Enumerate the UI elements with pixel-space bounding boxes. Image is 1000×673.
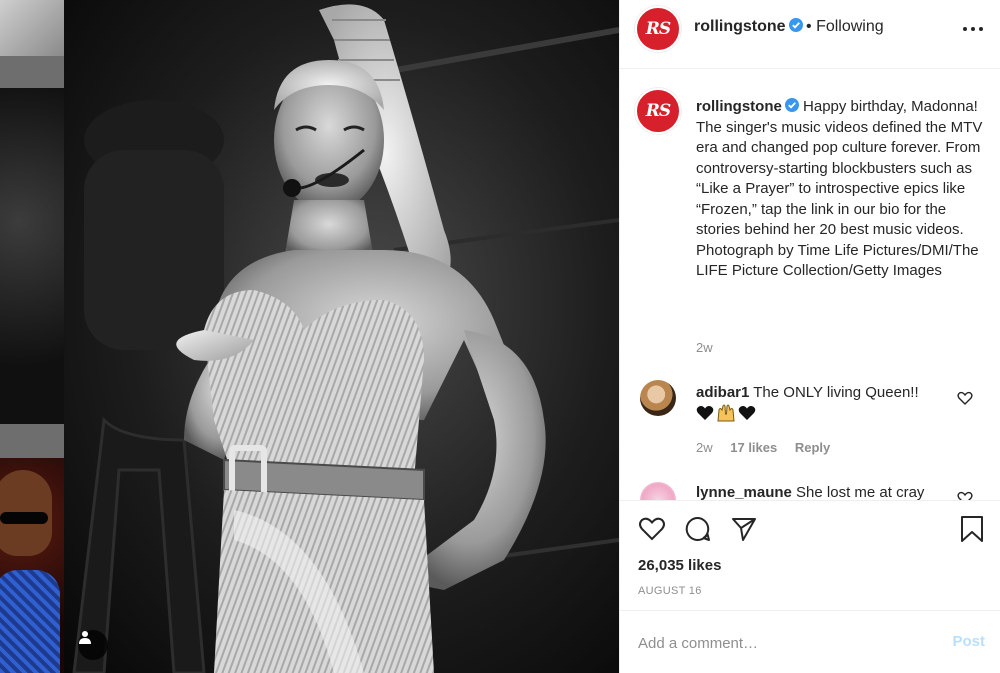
post-details-panel: RS rollingstone • Following RS rollingst… [619, 0, 1000, 673]
person-icon [79, 631, 91, 644]
comment-emojis [696, 404, 756, 422]
backdrop-post-image [0, 88, 64, 424]
post-date[interactable]: AUGUST 16 [638, 585, 702, 597]
verified-badge-icon [788, 18, 803, 32]
caption-avatar[interactable]: RS [635, 88, 681, 134]
comment-likes[interactable]: 17 likes [730, 440, 777, 455]
backdrop-divider [0, 424, 64, 458]
comment-username[interactable]: adibar1 [696, 384, 749, 401]
comment-body: lynne_maune She lost me at cray [696, 483, 966, 500]
like-heart-icon[interactable] [638, 515, 666, 543]
raising-hands-icon [717, 404, 735, 422]
heart-outline-icon[interactable] [957, 390, 973, 406]
add-comment-section: Post [620, 610, 1000, 673]
post-caption: rollingstone Happy birthday, Madonna! Th… [696, 97, 986, 282]
photo-illustration [72, 4, 619, 673]
following-button[interactable]: • Following [806, 18, 884, 36]
tagged-users-button[interactable] [78, 630, 108, 660]
backdrop-divider [0, 56, 64, 88]
more-dot-icon [971, 27, 975, 31]
comment-text: The ONLY living Queen!! [753, 384, 919, 401]
more-options-button[interactable] [963, 22, 985, 36]
more-dot-icon [963, 27, 967, 31]
share-paper-plane-icon[interactable] [730, 515, 758, 543]
post-actions: 26,035 likes AUGUST 16 [620, 500, 1000, 608]
comment-bubble-icon[interactable] [684, 515, 712, 543]
comment-body: adibar1 The ONLY living Queen!! [696, 383, 956, 403]
comment-username[interactable]: lynne_maune [696, 484, 792, 500]
commenter-avatar[interactable] [640, 482, 676, 500]
post-photo[interactable] [64, 0, 619, 673]
likes-count[interactable]: 26,035 likes [638, 557, 721, 574]
brand-logo-text: RS [645, 101, 671, 121]
following-label: Following [816, 18, 884, 35]
backdrop-post-image [0, 0, 64, 56]
caption-username[interactable]: rollingstone [696, 98, 782, 115]
brand-logo-text: RS [645, 19, 671, 39]
heart-outline-icon[interactable] [957, 490, 973, 500]
separator-dot: • [806, 18, 812, 35]
comment-meta: 2w 17 likes Reply [696, 440, 830, 455]
caption-text: Happy birthday, Madonna! The singer's mu… [696, 98, 983, 279]
backdrop-jacket [0, 570, 60, 673]
post-header: RS rollingstone • Following [620, 0, 1000, 69]
profile-avatar[interactable]: RS [635, 6, 681, 52]
more-dot-icon [979, 27, 983, 31]
verified-badge-icon [784, 98, 799, 112]
comment-input[interactable] [638, 631, 928, 655]
feed-backdrop [0, 0, 64, 673]
comment-time[interactable]: 2w [696, 440, 713, 455]
black-heart-icon [738, 406, 756, 420]
black-heart-icon [696, 406, 714, 420]
comments-scroll-area[interactable]: RS rollingstone Happy birthday, Madonna!… [620, 70, 1000, 500]
caption-timestamp[interactable]: 2w [696, 340, 713, 355]
username-link[interactable]: rollingstone [694, 18, 803, 36]
save-bookmark-icon[interactable] [958, 515, 986, 543]
post-comment-button[interactable]: Post [952, 633, 985, 650]
reply-button[interactable]: Reply [795, 440, 830, 455]
username: rollingstone [694, 18, 786, 35]
commenter-avatar[interactable] [640, 380, 676, 416]
backdrop-sunglasses [0, 512, 48, 524]
comment-text: She lost me at cray [796, 484, 925, 500]
